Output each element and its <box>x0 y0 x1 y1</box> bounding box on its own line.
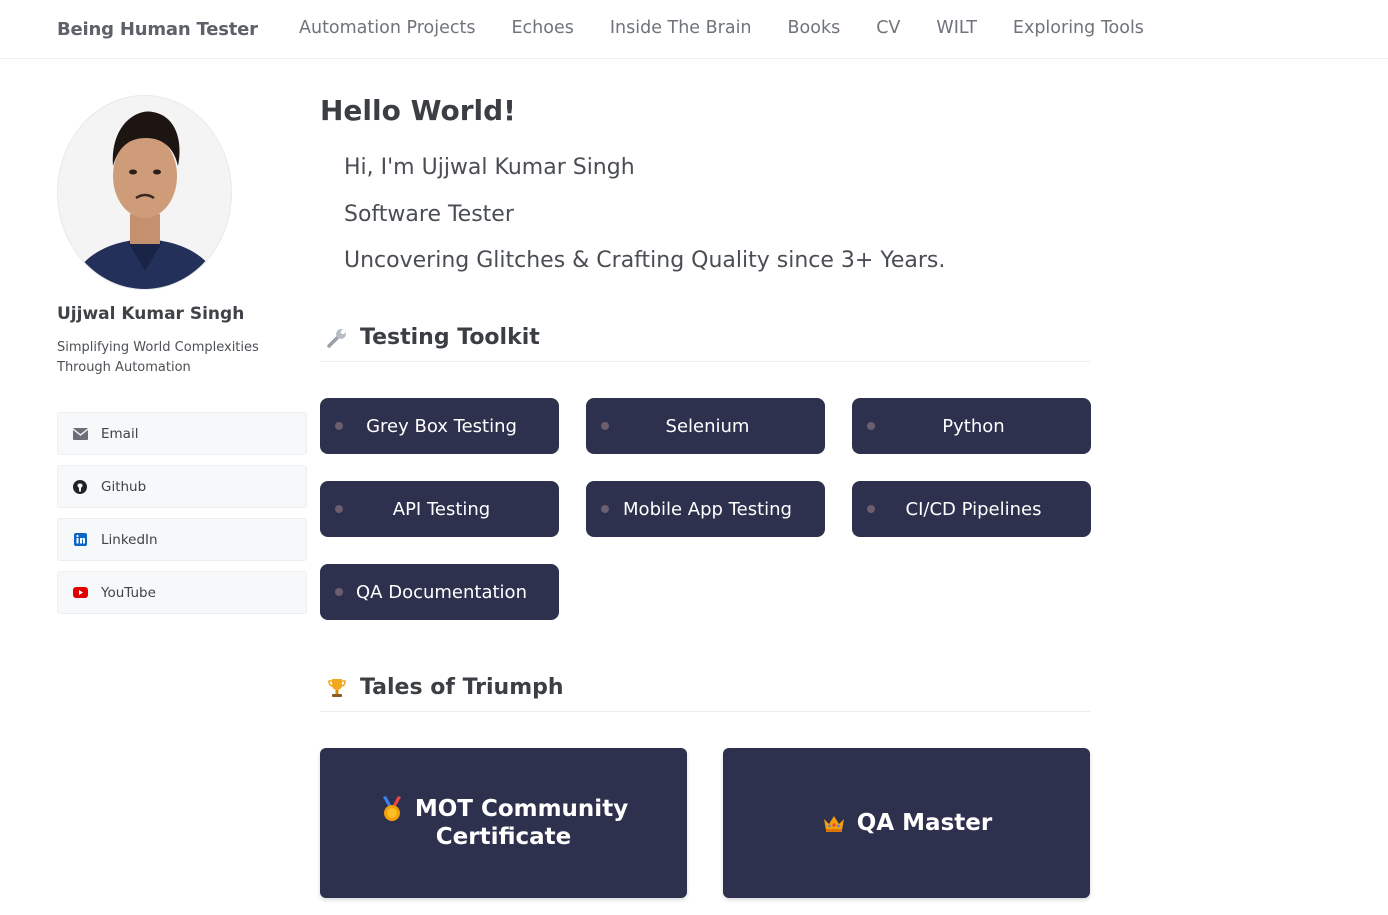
github-link[interactable]: Github <box>57 465 307 508</box>
social-links: Email Github LinkedIn YouTube <box>57 412 307 624</box>
skill-label: Python <box>942 415 1005 437</box>
skill-label: Mobile App Testing <box>623 498 792 520</box>
bullet-dot <box>867 505 875 513</box>
youtube-link-label: YouTube <box>101 584 156 601</box>
page-title: Hello World! <box>320 94 516 127</box>
youtube-icon <box>72 585 88 601</box>
skill-card-ci-cd-pipelines[interactable]: CI/CD Pipelines <box>852 481 1091 537</box>
crown-icon <box>821 810 847 836</box>
medal-icon <box>379 796 405 822</box>
intro-greeting: Hi, I'm Ujjwal Kumar Singh <box>344 155 635 180</box>
youtube-link[interactable]: YouTube <box>57 571 307 614</box>
nav-link-echoes[interactable]: Echoes <box>511 18 573 38</box>
linkedin-link[interactable]: LinkedIn <box>57 518 307 561</box>
toolkit-section-title: Testing Toolkit <box>360 325 540 350</box>
skill-label: QA Documentation <box>356 581 527 603</box>
skill-label: CI/CD Pipelines <box>905 498 1042 520</box>
achievement-card-qa-master[interactable]: QA Master <box>723 748 1090 898</box>
bullet-dot <box>335 422 343 430</box>
brand-logo-text[interactable]: Being Human Tester <box>57 19 258 40</box>
skill-label: Grey Box Testing <box>366 415 517 437</box>
nav-link-automation-projects[interactable]: Automation Projects <box>299 18 475 38</box>
bullet-dot <box>867 422 875 430</box>
bullet-dot <box>601 505 609 513</box>
skill-label: API Testing <box>392 498 491 520</box>
skills-grid: Grey Box Testing Selenium Python API Tes… <box>320 398 1091 620</box>
intro-role: Software Tester <box>344 202 514 227</box>
email-link-label: Email <box>101 425 139 442</box>
nav-link-exploring-tools[interactable]: Exploring Tools <box>1013 18 1144 38</box>
profile-photo <box>58 96 231 289</box>
nav-link-inside-the-brain[interactable]: Inside The Brain <box>610 18 752 38</box>
skill-card-python[interactable]: Python <box>852 398 1091 454</box>
main-nav: Automation Projects Echoes Inside The Br… <box>299 18 1144 38</box>
profile-bio: Simplifying World Complexities Through A… <box>57 340 259 375</box>
skill-card-selenium[interactable]: Selenium <box>586 398 825 454</box>
nav-link-cv[interactable]: CV <box>876 18 900 38</box>
profile-name: Ujjwal Kumar Singh <box>57 304 245 324</box>
bullet-dot <box>335 505 343 513</box>
linkedin-icon <box>72 532 88 548</box>
triumph-section-title: Tales of Triumph <box>360 675 564 700</box>
github-icon <box>72 479 88 495</box>
achievement-card-content: QA Master <box>821 809 992 837</box>
github-link-label: Github <box>101 478 147 495</box>
envelope-icon <box>72 426 88 442</box>
trophy-icon <box>322 673 352 703</box>
skill-card-grey-box-testing[interactable]: Grey Box Testing <box>320 398 559 454</box>
triumph-section-header: Tales of Triumph <box>320 664 1090 712</box>
bullet-dot <box>601 422 609 430</box>
wrench-icon <box>322 323 352 353</box>
achievement-title: QA Master <box>856 810 993 836</box>
achievement-title-line1: MOT Community <box>414 796 629 822</box>
achievement-title-line2: Certificate <box>435 824 572 850</box>
achievement-card-mot-certificate[interactable]: MOT Community Certificate <box>320 748 687 898</box>
skill-label: Selenium <box>665 415 750 437</box>
top-navbar: Being Human Tester Automation Projects E… <box>0 0 1388 59</box>
toolkit-section-header: Testing Toolkit <box>320 314 1090 362</box>
intro-tagline: Uncovering Glitches & Crafting Quality s… <box>344 248 946 273</box>
triumph-cards: MOT Community Certificate QA Master <box>320 748 1090 898</box>
linkedin-link-label: LinkedIn <box>101 531 158 548</box>
bullet-dot <box>335 588 343 596</box>
profile-avatar <box>57 95 232 290</box>
nav-link-wilt[interactable]: WILT <box>936 18 977 38</box>
achievement-card-content: MOT Community Certificate <box>379 795 628 851</box>
email-link[interactable]: Email <box>57 412 307 455</box>
nav-link-books[interactable]: Books <box>788 18 841 38</box>
skill-card-api-testing[interactable]: API Testing <box>320 481 559 537</box>
skill-card-mobile-app-testing[interactable]: Mobile App Testing <box>586 481 825 537</box>
skill-card-qa-documentation[interactable]: QA Documentation <box>320 564 559 620</box>
